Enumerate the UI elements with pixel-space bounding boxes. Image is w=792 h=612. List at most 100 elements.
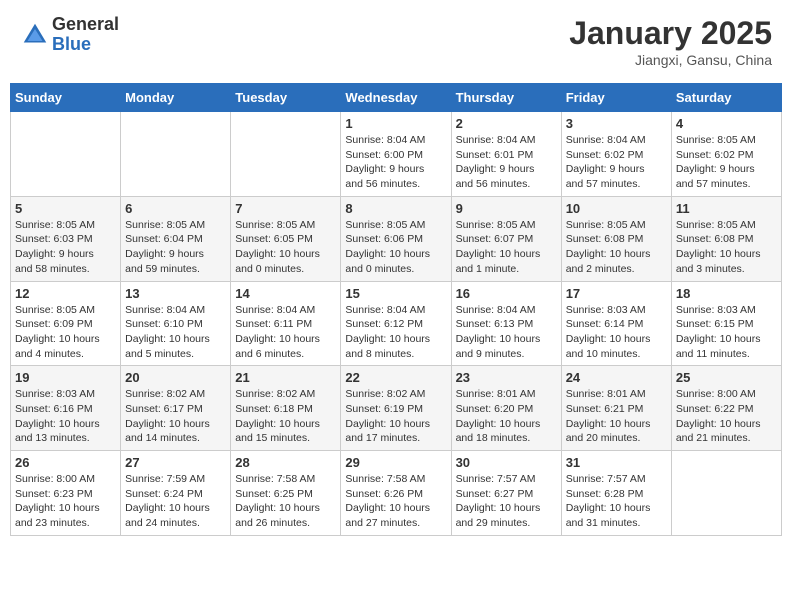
calendar-cell: 13 Sunrise: 8:04 AM Sunset: 6:10 PM Dayli… bbox=[121, 281, 231, 366]
calendar-cell: 11 Sunrise: 8:05 AM Sunset: 6:08 PM Dayli… bbox=[671, 196, 781, 281]
logo-blue-text: Blue bbox=[52, 35, 119, 55]
weekday-header-sunday: Sunday bbox=[11, 84, 121, 112]
day-number: 31 bbox=[566, 455, 667, 470]
calendar-week-row: 12 Sunrise: 8:05 AM Sunset: 6:09 PM Dayli… bbox=[11, 281, 782, 366]
day-info: Sunrise: 8:05 AM Sunset: 6:09 PM Dayligh… bbox=[15, 303, 116, 362]
day-info: Sunrise: 8:03 AM Sunset: 6:14 PM Dayligh… bbox=[566, 303, 667, 362]
day-info: Sunrise: 8:02 AM Sunset: 6:18 PM Dayligh… bbox=[235, 387, 336, 446]
day-info: Sunrise: 8:05 AM Sunset: 6:08 PM Dayligh… bbox=[566, 218, 667, 277]
day-info: Sunrise: 7:58 AM Sunset: 6:26 PM Dayligh… bbox=[345, 472, 446, 531]
day-info: Sunrise: 8:02 AM Sunset: 6:17 PM Dayligh… bbox=[125, 387, 226, 446]
page-header: General Blue January 2025 Jiangxi, Gansu… bbox=[10, 10, 782, 73]
day-number: 4 bbox=[676, 116, 777, 131]
calendar-cell bbox=[121, 112, 231, 197]
day-info: Sunrise: 7:57 AM Sunset: 6:28 PM Dayligh… bbox=[566, 472, 667, 531]
day-number: 28 bbox=[235, 455, 336, 470]
day-info: Sunrise: 8:05 AM Sunset: 6:07 PM Dayligh… bbox=[456, 218, 557, 277]
weekday-header-friday: Friday bbox=[561, 84, 671, 112]
day-number: 12 bbox=[15, 286, 116, 301]
calendar-cell bbox=[11, 112, 121, 197]
day-number: 6 bbox=[125, 201, 226, 216]
calendar-cell: 27 Sunrise: 7:59 AM Sunset: 6:24 PM Dayli… bbox=[121, 451, 231, 536]
day-number: 20 bbox=[125, 370, 226, 385]
calendar-cell: 3Sunrise: 8:04 AM Sunset: 6:02 PM Daylig… bbox=[561, 112, 671, 197]
calendar-table: SundayMondayTuesdayWednesdayThursdayFrid… bbox=[10, 83, 782, 536]
calendar-cell: 18 Sunrise: 8:03 AM Sunset: 6:15 PM Dayli… bbox=[671, 281, 781, 366]
calendar-cell: 19Sunrise: 8:03 AM Sunset: 6:16 PM Dayli… bbox=[11, 366, 121, 451]
day-number: 24 bbox=[566, 370, 667, 385]
calendar-week-row: 19Sunrise: 8:03 AM Sunset: 6:16 PM Dayli… bbox=[11, 366, 782, 451]
day-number: 14 bbox=[235, 286, 336, 301]
calendar-cell: 28Sunrise: 7:58 AM Sunset: 6:25 PM Dayli… bbox=[231, 451, 341, 536]
month-title: January 2025 bbox=[569, 15, 772, 52]
calendar-cell: 9 Sunrise: 8:05 AM Sunset: 6:07 PM Daylig… bbox=[451, 196, 561, 281]
calendar-cell: 26 Sunrise: 8:00 AM Sunset: 6:23 PM Dayli… bbox=[11, 451, 121, 536]
day-info: Sunrise: 8:04 AM Sunset: 6:11 PM Dayligh… bbox=[235, 303, 336, 362]
day-number: 8 bbox=[345, 201, 446, 216]
weekday-header-thursday: Thursday bbox=[451, 84, 561, 112]
calendar-cell: 25 Sunrise: 8:00 AM Sunset: 6:22 PM Dayli… bbox=[671, 366, 781, 451]
day-info: Sunrise: 8:04 AM Sunset: 6:00 PM Dayligh… bbox=[345, 133, 446, 192]
day-info: Sunrise: 8:05 AM Sunset: 6:08 PM Dayligh… bbox=[676, 218, 777, 277]
day-number: 11 bbox=[676, 201, 777, 216]
day-number: 27 bbox=[125, 455, 226, 470]
day-info: Sunrise: 8:04 AM Sunset: 6:10 PM Dayligh… bbox=[125, 303, 226, 362]
calendar-cell bbox=[231, 112, 341, 197]
day-number: 10 bbox=[566, 201, 667, 216]
day-info: Sunrise: 8:04 AM Sunset: 6:01 PM Dayligh… bbox=[456, 133, 557, 192]
day-info: Sunrise: 8:04 AM Sunset: 6:02 PM Dayligh… bbox=[566, 133, 667, 192]
calendar-cell: 14 Sunrise: 8:04 AM Sunset: 6:11 PM Dayli… bbox=[231, 281, 341, 366]
day-info: Sunrise: 8:05 AM Sunset: 6:06 PM Dayligh… bbox=[345, 218, 446, 277]
calendar-cell: 24 Sunrise: 8:01 AM Sunset: 6:21 PM Dayli… bbox=[561, 366, 671, 451]
calendar-week-row: 26 Sunrise: 8:00 AM Sunset: 6:23 PM Dayli… bbox=[11, 451, 782, 536]
weekday-header-saturday: Saturday bbox=[671, 84, 781, 112]
day-info: Sunrise: 8:00 AM Sunset: 6:22 PM Dayligh… bbox=[676, 387, 777, 446]
calendar-cell: 8 Sunrise: 8:05 AM Sunset: 6:06 PM Daylig… bbox=[341, 196, 451, 281]
day-info: Sunrise: 7:57 AM Sunset: 6:27 PM Dayligh… bbox=[456, 472, 557, 531]
calendar-cell: 22 Sunrise: 8:02 AM Sunset: 6:19 PM Dayli… bbox=[341, 366, 451, 451]
day-number: 21 bbox=[235, 370, 336, 385]
day-number: 1 bbox=[345, 116, 446, 131]
day-number: 9 bbox=[456, 201, 557, 216]
day-number: 2 bbox=[456, 116, 557, 131]
calendar-cell: 21 Sunrise: 8:02 AM Sunset: 6:18 PM Dayli… bbox=[231, 366, 341, 451]
calendar-week-row: 1 Sunrise: 8:04 AM Sunset: 6:00 PM Daylig… bbox=[11, 112, 782, 197]
day-info: Sunrise: 8:05 AM Sunset: 6:03 PM Dayligh… bbox=[15, 218, 116, 277]
day-number: 22 bbox=[345, 370, 446, 385]
calendar-cell: 4Sunrise: 8:05 AM Sunset: 6:02 PM Daylig… bbox=[671, 112, 781, 197]
day-number: 25 bbox=[676, 370, 777, 385]
day-number: 26 bbox=[15, 455, 116, 470]
logo: General Blue bbox=[20, 15, 119, 55]
calendar-cell: 1 Sunrise: 8:04 AM Sunset: 6:00 PM Daylig… bbox=[341, 112, 451, 197]
day-info: Sunrise: 8:03 AM Sunset: 6:16 PM Dayligh… bbox=[15, 387, 116, 446]
day-info: Sunrise: 8:05 AM Sunset: 6:04 PM Dayligh… bbox=[125, 218, 226, 277]
weekday-header-row: SundayMondayTuesdayWednesdayThursdayFrid… bbox=[11, 84, 782, 112]
calendar-cell: 6 Sunrise: 8:05 AM Sunset: 6:04 PM Daylig… bbox=[121, 196, 231, 281]
day-info: Sunrise: 8:02 AM Sunset: 6:19 PM Dayligh… bbox=[345, 387, 446, 446]
day-number: 13 bbox=[125, 286, 226, 301]
calendar-cell: 31 Sunrise: 7:57 AM Sunset: 6:28 PM Dayli… bbox=[561, 451, 671, 536]
calendar-cell: 5Sunrise: 8:05 AM Sunset: 6:03 PM Daylig… bbox=[11, 196, 121, 281]
weekday-header-tuesday: Tuesday bbox=[231, 84, 341, 112]
day-info: Sunrise: 8:00 AM Sunset: 6:23 PM Dayligh… bbox=[15, 472, 116, 531]
day-info: Sunrise: 7:59 AM Sunset: 6:24 PM Dayligh… bbox=[125, 472, 226, 531]
weekday-header-monday: Monday bbox=[121, 84, 231, 112]
day-info: Sunrise: 8:01 AM Sunset: 6:21 PM Dayligh… bbox=[566, 387, 667, 446]
calendar-cell: 30Sunrise: 7:57 AM Sunset: 6:27 PM Dayli… bbox=[451, 451, 561, 536]
day-info: Sunrise: 8:03 AM Sunset: 6:15 PM Dayligh… bbox=[676, 303, 777, 362]
calendar-cell: 12 Sunrise: 8:05 AM Sunset: 6:09 PM Dayli… bbox=[11, 281, 121, 366]
day-number: 16 bbox=[456, 286, 557, 301]
day-number: 7 bbox=[235, 201, 336, 216]
day-number: 15 bbox=[345, 286, 446, 301]
day-info: Sunrise: 8:05 AM Sunset: 6:05 PM Dayligh… bbox=[235, 218, 336, 277]
calendar-cell: 20 Sunrise: 8:02 AM Sunset: 6:17 PM Dayli… bbox=[121, 366, 231, 451]
calendar-cell: 2 Sunrise: 8:04 AM Sunset: 6:01 PM Daylig… bbox=[451, 112, 561, 197]
title-area: January 2025 Jiangxi, Gansu, China bbox=[569, 15, 772, 68]
calendar-cell: 17Sunrise: 8:03 AM Sunset: 6:14 PM Dayli… bbox=[561, 281, 671, 366]
location-subtitle: Jiangxi, Gansu, China bbox=[569, 52, 772, 68]
day-number: 23 bbox=[456, 370, 557, 385]
logo-general-text: General bbox=[52, 15, 119, 35]
day-info: Sunrise: 8:04 AM Sunset: 6:12 PM Dayligh… bbox=[345, 303, 446, 362]
day-number: 18 bbox=[676, 286, 777, 301]
calendar-cell: 10 Sunrise: 8:05 AM Sunset: 6:08 PM Dayli… bbox=[561, 196, 671, 281]
